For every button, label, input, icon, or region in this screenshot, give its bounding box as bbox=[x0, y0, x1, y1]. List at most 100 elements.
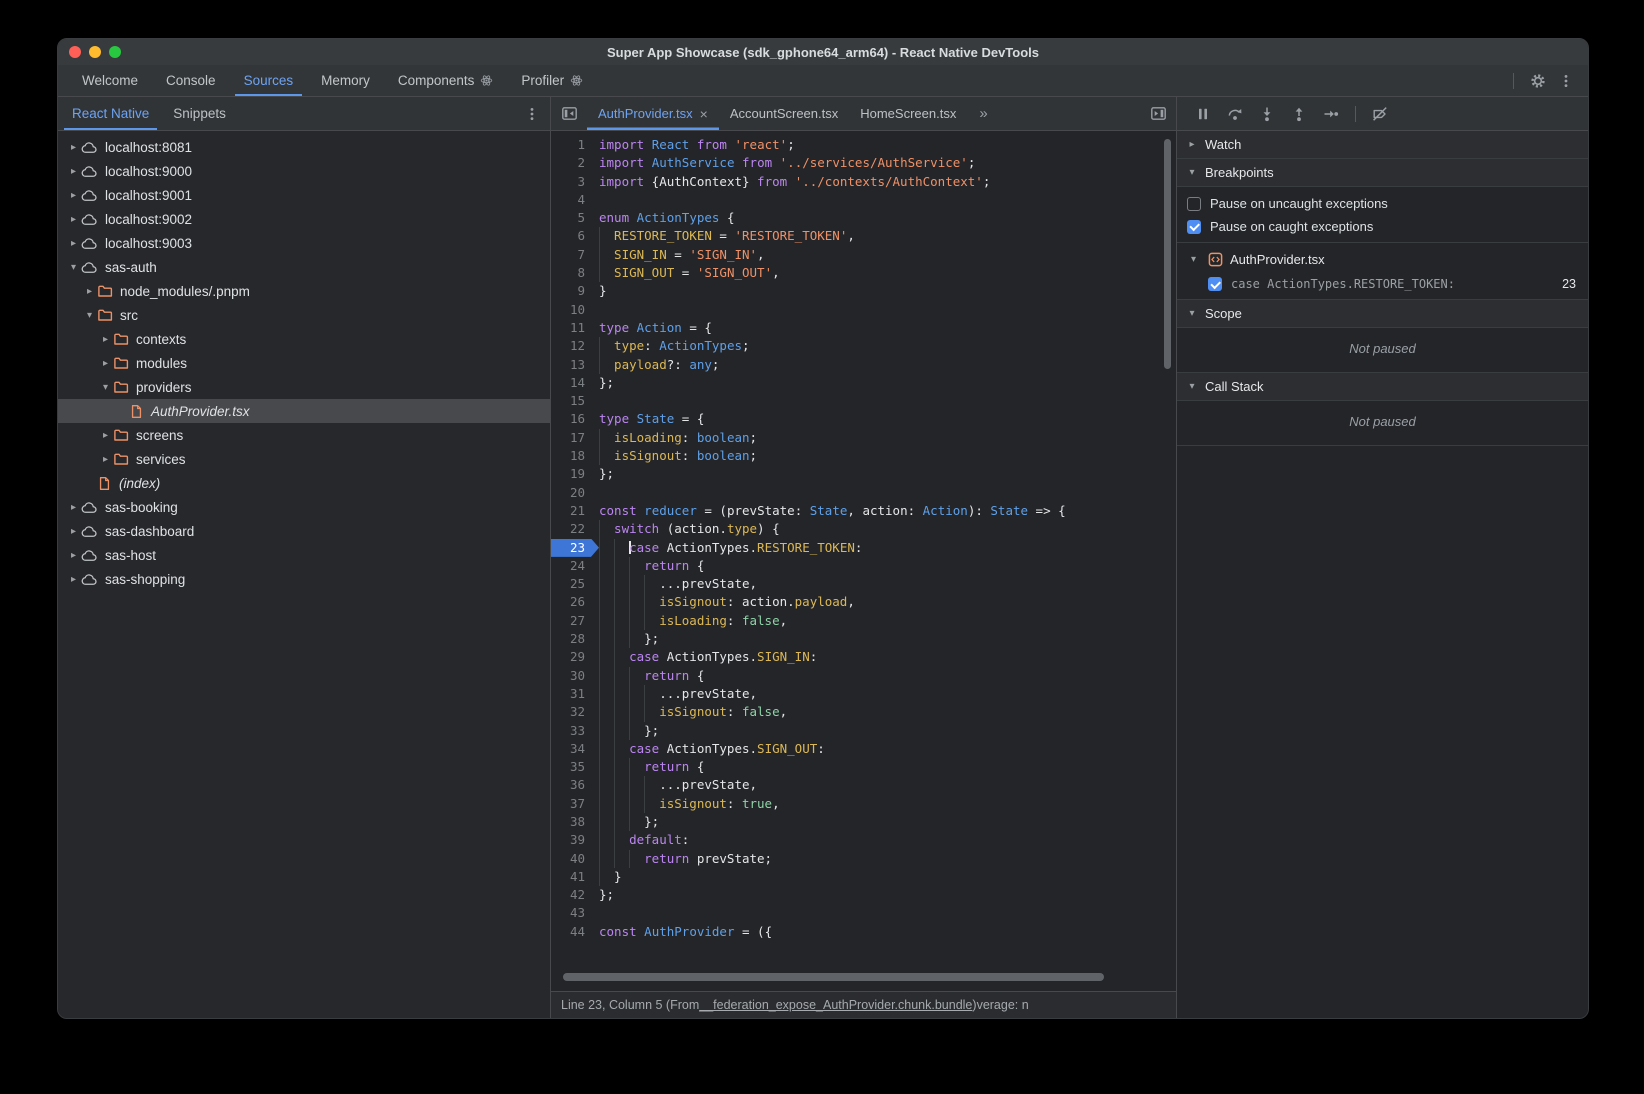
tab-welcome[interactable]: Welcome bbox=[68, 65, 152, 96]
line-number[interactable]: 34 bbox=[551, 740, 599, 758]
breakpoint-entry[interactable]: case ActionTypes.RESTORE_TOKEN:23 bbox=[1177, 272, 1588, 296]
code-line-26[interactable]: 26 isSignout: action.payload, bbox=[551, 593, 1176, 611]
line-number[interactable]: 12 bbox=[551, 337, 599, 355]
minimize-window-button[interactable] bbox=[89, 46, 101, 58]
editor-tab-accountscreen-tsx[interactable]: AccountScreen.tsx bbox=[719, 97, 849, 130]
line-number[interactable]: 21 bbox=[551, 502, 599, 520]
code-line-18[interactable]: 18 isSignout: boolean; bbox=[551, 447, 1176, 465]
code-line-7[interactable]: 7 SIGN_IN = 'SIGN_IN', bbox=[551, 246, 1176, 264]
line-number[interactable]: 35 bbox=[551, 758, 599, 776]
line-number[interactable]: 13 bbox=[551, 356, 599, 374]
line-number[interactable]: 3 bbox=[551, 173, 599, 191]
code-line-31[interactable]: 31 ...prevState, bbox=[551, 685, 1176, 703]
bundle-link[interactable]: __federation_expose_AuthProvider.chunk.b… bbox=[699, 998, 972, 1012]
code-line-20[interactable]: 20 bbox=[551, 484, 1176, 502]
code-line-21[interactable]: 21const reducer = (prevState: State, act… bbox=[551, 502, 1176, 520]
tree-item-authprovider-tsx[interactable]: AuthProvider.tsx bbox=[58, 399, 550, 423]
expander-collapsed-icon[interactable]: ▸ bbox=[98, 358, 113, 369]
line-number[interactable]: 4 bbox=[551, 191, 599, 209]
line-number[interactable]: 39 bbox=[551, 831, 599, 849]
expander-collapsed-icon[interactable]: ▸ bbox=[66, 214, 81, 225]
close-tab-icon[interactable]: × bbox=[700, 107, 708, 121]
line-number[interactable]: 36 bbox=[551, 776, 599, 794]
step-over-button[interactable] bbox=[1219, 102, 1251, 126]
code-line-38[interactable]: 38 }; bbox=[551, 813, 1176, 831]
tab-components[interactable]: Components bbox=[384, 65, 508, 96]
tree-item-node-modules-pnpm[interactable]: ▸node_modules/.pnpm bbox=[58, 279, 550, 303]
code-line-34[interactable]: 34 case ActionTypes.SIGN_OUT: bbox=[551, 740, 1176, 758]
breakpoints-section-header[interactable]: ▾ Breakpoints bbox=[1177, 159, 1588, 187]
code-line-39[interactable]: 39 default: bbox=[551, 831, 1176, 849]
tree-item-services[interactable]: ▸services bbox=[58, 447, 550, 471]
navigator-more-button[interactable] bbox=[520, 97, 544, 130]
line-number[interactable]: 40 bbox=[551, 850, 599, 868]
line-number[interactable]: 27 bbox=[551, 612, 599, 630]
code-line-15[interactable]: 15 bbox=[551, 392, 1176, 410]
pause-button[interactable] bbox=[1187, 102, 1219, 126]
show-debugger-sidebar-button[interactable] bbox=[1140, 97, 1176, 130]
line-number[interactable]: 43 bbox=[551, 904, 599, 922]
tab-sources[interactable]: Sources bbox=[230, 65, 308, 96]
tree-item-sas-booking[interactable]: ▸sas-booking bbox=[58, 495, 550, 519]
expander-collapsed-icon[interactable]: ▸ bbox=[82, 286, 97, 297]
more-tabs-button[interactable]: » bbox=[967, 97, 999, 130]
line-number[interactable]: 2 bbox=[551, 154, 599, 172]
code-line-37[interactable]: 37 isSignout: true, bbox=[551, 795, 1176, 813]
zoom-window-button[interactable] bbox=[109, 46, 121, 58]
scope-section-header[interactable]: ▾ Scope bbox=[1177, 300, 1588, 328]
checkbox-unchecked[interactable] bbox=[1187, 197, 1201, 211]
code-line-43[interactable]: 43 bbox=[551, 904, 1176, 922]
pause-option-pause-on-uncaught-exceptions[interactable]: Pause on uncaught exceptions bbox=[1177, 192, 1588, 215]
code-line-17[interactable]: 17 isLoading: boolean; bbox=[551, 429, 1176, 447]
code-line-44[interactable]: 44const AuthProvider = ({ bbox=[551, 923, 1176, 938]
tree-item-sas-shopping[interactable]: ▸sas-shopping bbox=[58, 567, 550, 591]
code-line-4[interactable]: 4 bbox=[551, 191, 1176, 209]
tree-item-sas-auth[interactable]: ▾sas-auth bbox=[58, 255, 550, 279]
line-number[interactable]: 6 bbox=[551, 227, 599, 245]
code-editor[interactable]: 1import React from 'react';2import AuthS… bbox=[551, 131, 1176, 991]
code-line-19[interactable]: 19}; bbox=[551, 465, 1176, 483]
line-number[interactable]: 26 bbox=[551, 593, 599, 611]
line-number[interactable]: 33 bbox=[551, 722, 599, 740]
main-menu-button[interactable] bbox=[1554, 69, 1578, 93]
expander-collapsed-icon[interactable]: ▸ bbox=[98, 454, 113, 465]
expander-collapsed-icon[interactable]: ▸ bbox=[98, 334, 113, 345]
code-line-13[interactable]: 13 payload?: any; bbox=[551, 356, 1176, 374]
editor-tab-homescreen-tsx[interactable]: HomeScreen.tsx bbox=[849, 97, 967, 130]
navigator-tab-react-native[interactable]: React Native bbox=[60, 97, 161, 130]
tree-item-screens[interactable]: ▸screens bbox=[58, 423, 550, 447]
tab-profiler[interactable]: Profiler bbox=[507, 65, 597, 96]
code-line-36[interactable]: 36 ...prevState, bbox=[551, 776, 1176, 794]
line-number[interactable]: 5 bbox=[551, 209, 599, 227]
tree-item-localhost-9001[interactable]: ▸localhost:9001 bbox=[58, 183, 550, 207]
line-number[interactable]: 1 bbox=[551, 136, 599, 154]
code-line-30[interactable]: 30 return { bbox=[551, 667, 1176, 685]
breakpoint-file-row[interactable]: ▾AuthProvider.tsx bbox=[1177, 247, 1588, 272]
line-number[interactable]: 8 bbox=[551, 264, 599, 282]
line-number[interactable]: 7 bbox=[551, 246, 599, 264]
code-line-11[interactable]: 11type Action = { bbox=[551, 319, 1176, 337]
horizontal-scrollbar[interactable] bbox=[563, 973, 1104, 981]
line-number[interactable]: 17 bbox=[551, 429, 599, 447]
line-number[interactable]: 28 bbox=[551, 630, 599, 648]
tab-memory[interactable]: Memory bbox=[307, 65, 384, 96]
expander-collapsed-icon[interactable]: ▸ bbox=[66, 142, 81, 153]
line-number[interactable]: 24 bbox=[551, 557, 599, 575]
navigator-tab-snippets[interactable]: Snippets bbox=[161, 97, 238, 130]
code-line-24[interactable]: 24 return { bbox=[551, 557, 1176, 575]
code-line-35[interactable]: 35 return { bbox=[551, 758, 1176, 776]
close-window-button[interactable] bbox=[69, 46, 81, 58]
code-line-8[interactable]: 8 SIGN_OUT = 'SIGN_OUT', bbox=[551, 264, 1176, 282]
code-line-27[interactable]: 27 isLoading: false, bbox=[551, 612, 1176, 630]
step-button[interactable] bbox=[1315, 102, 1347, 126]
code-line-2[interactable]: 2import AuthService from '../services/Au… bbox=[551, 154, 1176, 172]
line-number[interactable]: 11 bbox=[551, 319, 599, 337]
hide-navigator-button[interactable] bbox=[551, 97, 587, 130]
expander-collapsed-icon[interactable]: ▸ bbox=[66, 574, 81, 585]
code-line-28[interactable]: 28 }; bbox=[551, 630, 1176, 648]
line-number[interactable]: 41 bbox=[551, 868, 599, 886]
expander-expanded-icon[interactable]: ▾ bbox=[66, 262, 81, 273]
line-number[interactable]: 29 bbox=[551, 648, 599, 666]
line-number[interactable]: 44 bbox=[551, 923, 599, 938]
code-line-9[interactable]: 9} bbox=[551, 282, 1176, 300]
